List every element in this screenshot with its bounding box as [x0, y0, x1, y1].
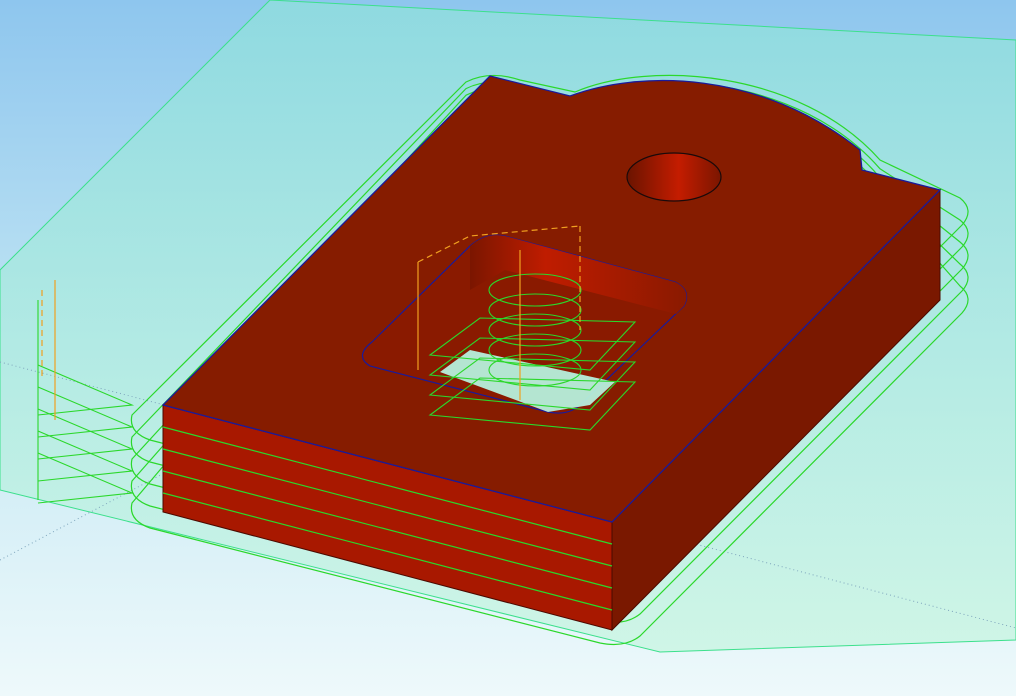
hole — [626, 152, 722, 202]
cam-3d-viewport[interactable] — [0, 0, 1016, 696]
toolpath-simulation-scene[interactable] — [0, 0, 1016, 696]
